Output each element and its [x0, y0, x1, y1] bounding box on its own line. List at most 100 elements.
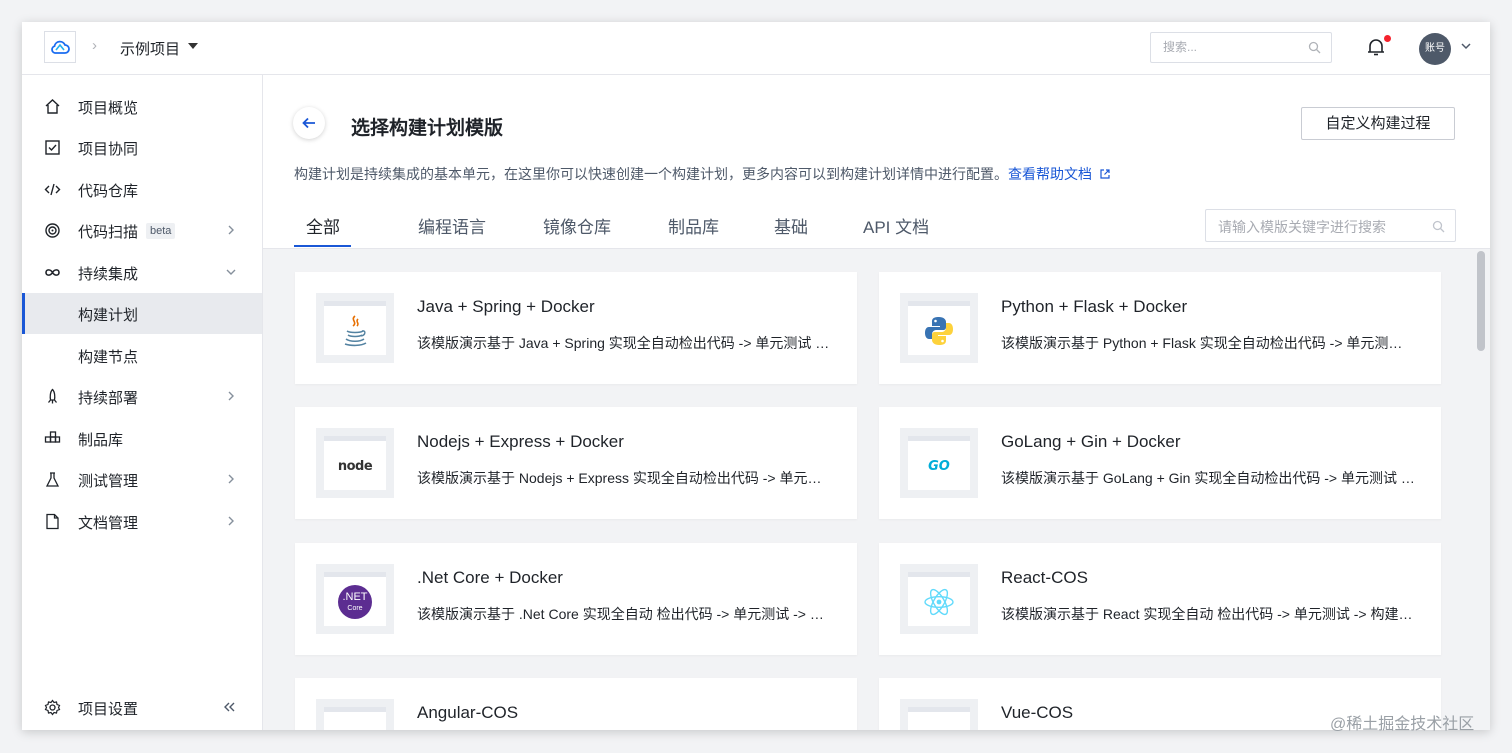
page-title: 选择构建计划模版 — [351, 118, 504, 139]
notification-dot — [1384, 35, 1391, 42]
sidebar-item-ci[interactable]: 持续集成 — [22, 252, 262, 293]
template-card-description: 该模版演示基于 React 实现全自动 检出代码 -> 单元测试 -> 构建 -… — [1001, 606, 1415, 622]
scan-icon — [45, 223, 60, 238]
template-card-description: 该模版演示基于 Nodejs + Express 实现全自动检出代码 -> 单元… — [417, 470, 831, 486]
sidebar-item-code-repo[interactable]: 代码仓库 — [22, 169, 262, 210]
document-icon — [46, 513, 59, 530]
dotnet-logo-icon: .NET Core — [338, 585, 372, 619]
breadcrumb-separator-icon: › — [92, 37, 97, 54]
template-card-react[interactable]: React-COS 该模版演示基于 React 实现全自动 检出代码 -> 单元… — [879, 543, 1441, 655]
top-bar: › 示例项目 账号 — [22, 22, 1490, 75]
sidebar-item-docs[interactable]: 文档管理 — [22, 501, 262, 542]
sidebar-item-build-node[interactable]: 构建节点 — [22, 335, 262, 376]
beta-badge: beta — [146, 223, 176, 239]
global-search-input[interactable] — [1161, 39, 1295, 55]
sidebar-item-label: 持续部署 — [78, 390, 139, 407]
sidebar-item-label: 构建计划 — [78, 307, 139, 324]
tab-image-registry[interactable]: 镜像仓库 — [543, 213, 611, 238]
template-thumbnail — [900, 564, 978, 634]
tab-artifacts[interactable]: 制品库 — [668, 213, 719, 238]
chevron-down-icon — [226, 269, 236, 275]
external-link-icon — [1100, 169, 1110, 179]
template-card-java[interactable]: Java + Spring + Docker 该模版演示基于 Java + Sp… — [295, 272, 857, 384]
sidebar-item-label: 代码扫描 — [78, 224, 139, 241]
template-thumbnail — [316, 699, 394, 730]
template-grid: Java + Spring + Docker 该模版演示基于 Java + Sp… — [263, 249, 1490, 730]
chevron-down-icon[interactable] — [1460, 42, 1472, 50]
template-card-python[interactable]: Python + Flask + Docker 该模版演示基于 Python +… — [879, 272, 1441, 384]
sidebar-item-artifacts[interactable]: 制品库 — [22, 418, 262, 459]
template-card-description: 该模版演示基于 Python + Flask 实现全自动检出代码 -> 单元测试… — [1001, 335, 1415, 351]
template-thumbnail: .NET Core — [316, 564, 394, 634]
chevron-right-icon — [228, 391, 234, 401]
caret-down-icon[interactable] — [188, 43, 198, 49]
sidebar-item-label: 代码仓库 — [78, 183, 139, 200]
avatar[interactable]: 账号 — [1419, 33, 1451, 65]
template-card-angular[interactable]: Angular-COS — [295, 678, 857, 730]
template-thumbnail — [900, 699, 978, 730]
search-icon[interactable] — [1432, 220, 1445, 233]
cloud-logo-icon[interactable] — [44, 31, 76, 63]
sidebar-item-build-plan[interactable]: 构建计划 — [22, 293, 262, 334]
help-docs-link[interactable]: 查看帮助文档 — [1008, 166, 1111, 182]
template-card-description: 该模版演示基于 Java + Spring 实现全自动检出代码 -> 单元测试 … — [417, 335, 831, 351]
collapse-sidebar-icon[interactable] — [222, 701, 238, 713]
tab-api-docs[interactable]: API 文档 — [863, 213, 929, 238]
template-card-title: Vue-COS — [1001, 703, 1074, 722]
template-card-title: GoLang + Gin + Docker — [1001, 432, 1181, 451]
sidebar-item-settings[interactable]: 项目设置 — [22, 687, 262, 728]
template-card-dotnet[interactable]: .NET Core .Net Core + Docker 该模版演示基于 .Ne… — [295, 543, 857, 655]
package-icon — [44, 431, 61, 443]
template-card-title: Angular-COS — [417, 703, 519, 722]
react-logo-icon — [924, 588, 954, 616]
tab-languages[interactable]: 编程语言 — [418, 213, 486, 238]
tab-basic[interactable]: 基础 — [774, 213, 808, 238]
description-text: 构建计划是持续集成的基本单元，在这里你可以快速创建一个构建计划，更多内容可以到构… — [294, 166, 1008, 182]
search-icon[interactable] — [1308, 41, 1321, 54]
project-switcher[interactable]: 示例项目 — [120, 38, 180, 59]
sidebar-item-overview[interactable]: 项目概览 — [22, 86, 262, 127]
sidebar-item-collaboration[interactable]: 项目协同 — [22, 127, 262, 168]
template-thumbnail — [900, 293, 978, 363]
java-logo-icon — [344, 315, 367, 347]
tab-all[interactable]: 全部 — [306, 213, 340, 238]
active-tab-indicator — [294, 245, 351, 247]
chevron-right-icon — [228, 225, 234, 235]
scrollbar-thumb[interactable] — [1477, 251, 1485, 351]
help-docs-link-text: 查看帮助文档 — [1008, 166, 1092, 182]
sidebar-item-label: 持续集成 — [78, 266, 139, 283]
template-card-title: Python + Flask + Docker — [1001, 297, 1188, 316]
template-card-description: 该模版演示基于 GoLang + Gin 实现全自动检出代码 -> 单元测试 -… — [1001, 470, 1415, 486]
template-card-description: 该模版演示基于 .Net Core 实现全自动 检出代码 -> 单元测试 -> … — [417, 606, 831, 622]
home-icon — [45, 99, 60, 114]
sidebar-item-code-scan[interactable]: 代码扫描 beta — [22, 210, 262, 251]
sidebar-item-cd[interactable]: 持续部署 — [22, 376, 262, 417]
template-thumbnail — [316, 293, 394, 363]
main-content: 选择构建计划模版 自定义构建过程 构建计划是持续集成的基本单元，在这里你可以快速… — [263, 75, 1490, 730]
template-card-golang[interactable]: GO GoLang + Gin + Docker 该模版演示基于 GoLang … — [879, 407, 1441, 519]
template-search[interactable] — [1205, 209, 1456, 243]
sidebar-item-label: 文档管理 — [78, 515, 139, 532]
dotnet-logo-text: .NET — [342, 591, 368, 603]
template-thumbnail: node — [316, 428, 394, 498]
arrow-left-icon — [302, 117, 315, 129]
sidebar-item-testing[interactable]: 测试管理 — [22, 459, 262, 500]
infinity-icon — [45, 269, 60, 276]
sidebar-item-label: 项目设置 — [78, 701, 139, 718]
global-search[interactable] — [1150, 32, 1332, 63]
bell-icon[interactable] — [1367, 37, 1385, 57]
watermark: @稀土掘金技术社区 — [1330, 716, 1475, 733]
node-logo-icon: node — [335, 447, 375, 485]
sidebar: 项目概览 项目协同 代码仓库 代码扫描 beta 持续集成 构建计划 构建节点 — [22, 75, 263, 730]
flask-icon — [45, 472, 60, 487]
chevron-right-icon — [228, 516, 234, 526]
custom-build-button[interactable]: 自定义构建过程 — [1301, 107, 1455, 140]
template-search-input[interactable] — [1216, 210, 1430, 243]
sidebar-item-label: 测试管理 — [78, 473, 139, 490]
sidebar-item-label: 构建节点 — [78, 349, 139, 366]
code-icon — [44, 183, 61, 196]
back-button[interactable] — [293, 107, 325, 139]
template-card-nodejs[interactable]: node Nodejs + Express + Docker 该模版演示基于 N… — [295, 407, 857, 519]
sidebar-item-label: 项目概览 — [78, 100, 139, 117]
template-card-title: Java + Spring + Docker — [417, 297, 595, 316]
